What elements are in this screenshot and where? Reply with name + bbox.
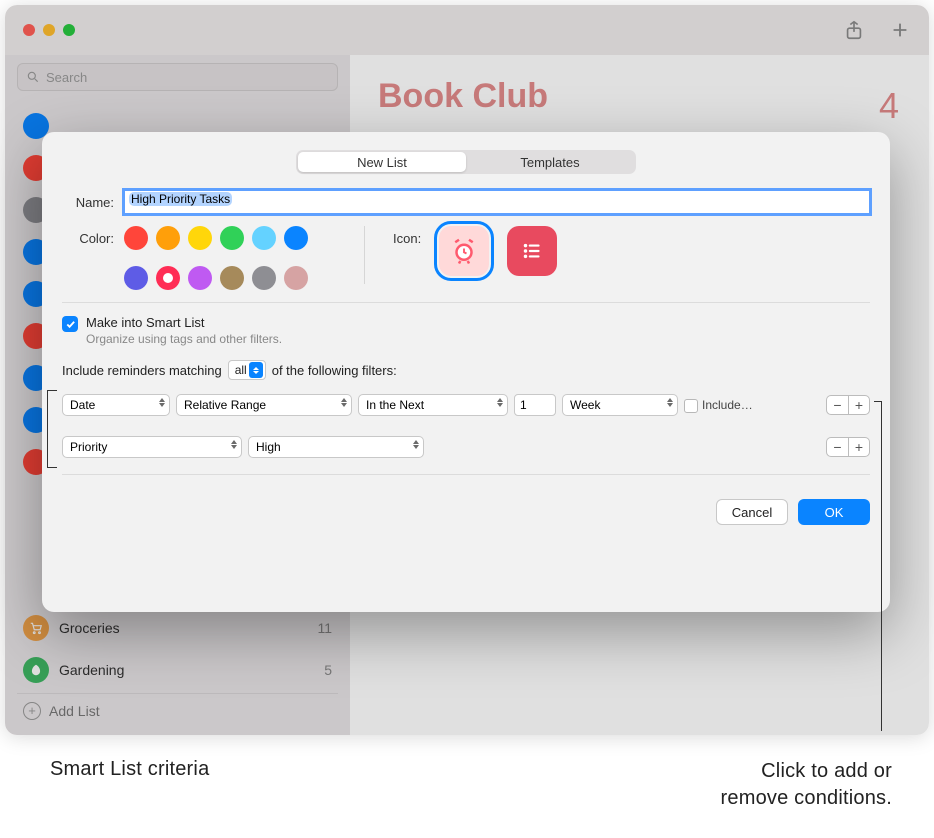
color-swatch[interactable]	[124, 266, 148, 290]
callout-bracket	[47, 390, 57, 468]
stepper-arrows-icon	[249, 362, 263, 378]
match-mode-select[interactable]: all	[228, 360, 266, 380]
smart-list-label: Make into Smart List	[86, 315, 282, 330]
include-checkbox[interactable]	[684, 399, 698, 413]
filter-unit-select[interactable]: Week	[562, 394, 678, 416]
filter-value-select[interactable]: High	[248, 436, 424, 458]
color-swatch[interactable]	[156, 266, 180, 290]
color-swatch[interactable]	[220, 226, 244, 250]
include-label: Include…	[702, 398, 753, 412]
smart-list-subtitle: Organize using tags and other filters.	[86, 332, 282, 346]
color-swatch[interactable]	[252, 226, 276, 250]
add-condition-button[interactable]: +	[848, 395, 870, 415]
caption-smart-list-criteria: Smart List criteria	[50, 758, 209, 781]
remove-condition-button[interactable]: −	[826, 437, 848, 457]
filter-op-select[interactable]: Relative Range	[176, 394, 352, 416]
name-input[interactable]: High Priority Tasks	[124, 190, 870, 214]
tab-switcher: New List Templates	[296, 150, 636, 174]
name-label: Name:	[62, 190, 124, 210]
color-swatch[interactable]	[188, 266, 212, 290]
alarm-clock-icon	[449, 236, 479, 266]
new-list-dialog: New List Templates Name: High Priority T…	[42, 132, 890, 612]
add-remove-group: − +	[826, 437, 870, 457]
filter-row-2: Priority High − +	[62, 432, 870, 462]
match-prefix: Include reminders matching	[62, 363, 222, 378]
filter-number-input[interactable]: 1	[514, 394, 556, 416]
filter-row-1: Date Relative Range In the Next 1 Week I…	[62, 390, 870, 420]
filter-direction-select[interactable]: In the Next	[358, 394, 508, 416]
filter-field-select[interactable]: Date	[62, 394, 170, 416]
color-swatch[interactable]	[156, 226, 180, 250]
callout-line-right	[881, 401, 882, 731]
filter-rows: Date Relative Range In the Next 1 Week I…	[62, 390, 870, 462]
filter-field-select[interactable]: Priority	[62, 436, 242, 458]
icon-option-list[interactable]	[507, 226, 557, 276]
section-divider	[364, 226, 365, 284]
color-swatch[interactable]	[252, 266, 276, 290]
smart-list-checkbox[interactable]	[62, 316, 78, 332]
add-condition-button[interactable]: +	[848, 437, 870, 457]
match-suffix: of the following filters:	[272, 363, 397, 378]
divider	[62, 474, 870, 475]
add-remove-group: − +	[826, 395, 870, 415]
include-checkbox-group: Include…	[684, 398, 753, 413]
icon-option-alarm[interactable]	[439, 226, 489, 276]
tab-new-list[interactable]: New List	[298, 152, 466, 172]
remove-condition-button[interactable]: −	[826, 395, 848, 415]
color-swatch[interactable]	[188, 226, 212, 250]
color-swatches	[124, 226, 344, 290]
color-swatch[interactable]	[220, 266, 244, 290]
name-input-value: High Priority Tasks	[129, 192, 232, 206]
cancel-button[interactable]: Cancel	[716, 499, 788, 525]
icon-label: Icon:	[393, 226, 421, 246]
ok-button[interactable]: OK	[798, 499, 870, 525]
color-swatch[interactable]	[284, 226, 308, 250]
divider	[62, 302, 870, 303]
match-row: Include reminders matching all of the fo…	[62, 360, 870, 380]
check-icon	[65, 319, 76, 330]
color-swatch[interactable]	[124, 226, 148, 250]
tab-templates[interactable]: Templates	[466, 152, 634, 172]
color-label: Color:	[62, 226, 124, 246]
color-swatch[interactable]	[284, 266, 308, 290]
list-bullet-icon	[519, 238, 545, 264]
caption-add-remove: Click to add or remove conditions.	[721, 758, 892, 812]
